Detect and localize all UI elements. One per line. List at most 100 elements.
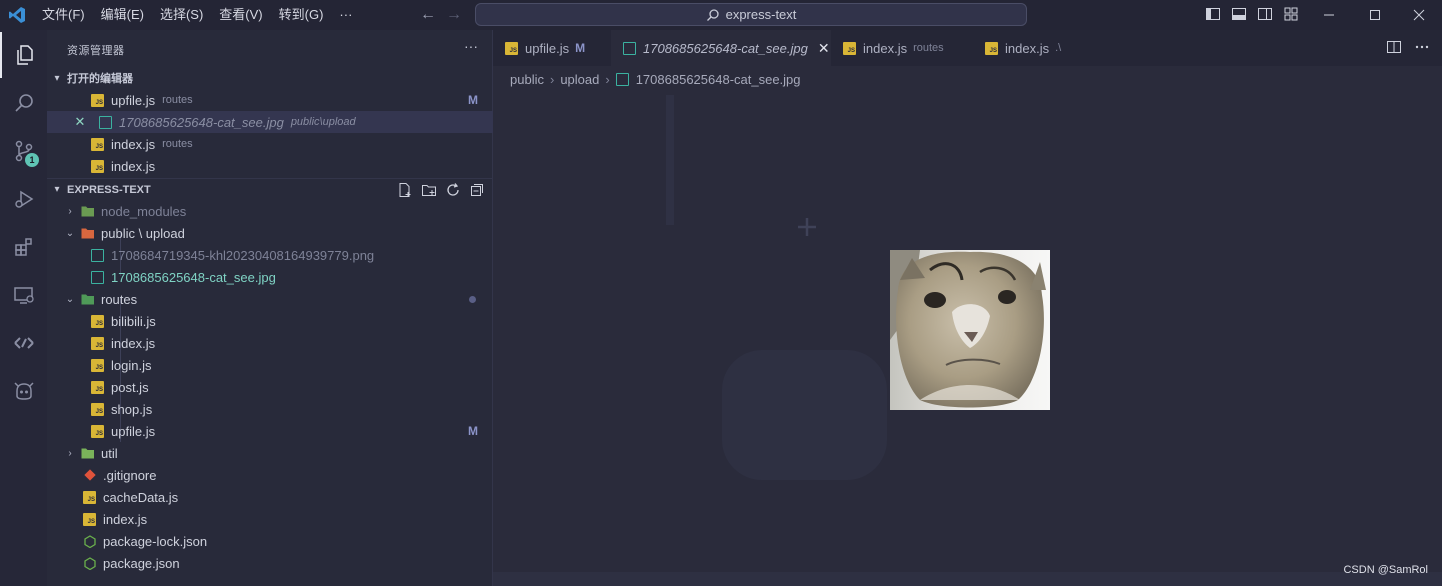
folder-name: util	[101, 445, 118, 461]
collapse-all-icon[interactable]	[469, 182, 485, 198]
source-control-icon[interactable]: 1	[0, 128, 47, 174]
editor-actions	[1386, 39, 1430, 55]
file-name: 1708684719345-khl20230408164939779.png	[111, 247, 375, 263]
folder-name: node_modules	[101, 203, 187, 219]
workspace-header[interactable]: ▾ EXPRESS-TEXT	[47, 178, 493, 200]
close-editor-icon[interactable]: ✕	[73, 114, 87, 130]
file-item[interactable]: JS cacheData.js	[47, 486, 493, 508]
js-file-icon: JS	[91, 159, 104, 173]
js-file-icon: JS	[91, 358, 104, 372]
explorer-icon[interactable]	[0, 32, 47, 78]
folder-util[interactable]: › util	[47, 442, 493, 464]
layout-controls	[1205, 6, 1299, 22]
file-item[interactable]: JS shop.js	[47, 398, 493, 420]
modified-badge: M	[575, 41, 586, 55]
open-editor-item[interactable]: JS index.js	[47, 155, 493, 177]
open-editor-desc: routes	[162, 94, 193, 106]
forward-arrow-icon[interactable]: →	[446, 6, 462, 24]
open-editor-item[interactable]: ✕ 1708685625648-cat_see.jpg public\uploa…	[47, 111, 493, 133]
minimize-icon[interactable]	[1306, 0, 1352, 30]
file-item[interactable]: .gitignore	[47, 464, 493, 486]
back-arrow-icon[interactable]: ←	[420, 6, 436, 24]
js-file-icon: JS	[91, 314, 104, 328]
file-item[interactable]: JS login.js	[47, 354, 493, 376]
folder-node-icon	[81, 205, 94, 218]
menu-edit[interactable]: 编辑(E)	[93, 0, 152, 30]
tab-upfile[interactable]: JS upfile.js M	[493, 30, 611, 66]
menu-more[interactable]: ···	[331, 0, 360, 30]
search-icon[interactable]	[0, 80, 47, 126]
sidebar-more-icon[interactable]: ···	[464, 38, 478, 54]
remote-explorer-icon[interactable]	[0, 272, 47, 318]
open-editor-item[interactable]: JS index.js routes	[47, 133, 493, 155]
toggle-panel-icon[interactable]	[1231, 6, 1247, 22]
modified-dot	[469, 295, 476, 303]
command-center[interactable]: express-text	[475, 3, 1027, 26]
folder-name: routes	[101, 291, 138, 307]
file-item[interactable]: JS upfile.js M	[47, 420, 493, 442]
menu-file[interactable]: 文件(F)	[34, 0, 93, 30]
js-file-icon: JS	[91, 380, 104, 394]
file-name: package-lock.json	[103, 533, 208, 549]
run-debug-icon[interactable]	[0, 176, 47, 222]
menu-go[interactable]: 转到(G)	[271, 0, 332, 30]
refresh-icon[interactable]	[445, 182, 461, 198]
file-item[interactable]: 1708684719345-khl20230408164939779.png	[47, 244, 493, 266]
menu-view[interactable]: 查看(V)	[211, 0, 270, 30]
maximize-icon[interactable]	[1352, 0, 1398, 30]
js-file-icon: JS	[83, 512, 96, 526]
open-editor-name: upfile.js	[111, 92, 156, 108]
tab-label: index.js	[863, 40, 908, 56]
file-name: package.json	[103, 555, 180, 571]
image-preview-cat	[890, 250, 1050, 410]
npm-json-icon	[83, 534, 96, 548]
tab-desc: routes	[913, 42, 944, 54]
chevron-right-icon: ›	[605, 71, 610, 87]
file-item[interactable]: package.json	[47, 552, 493, 574]
folder-public-upload[interactable]: ⌄ public \ upload	[47, 222, 493, 244]
tab-cat-image[interactable]: 1708685625648-cat_see.jpg ✕	[611, 30, 831, 66]
tab-label: 1708685625648-cat_see.jpg	[643, 40, 808, 56]
folder-routes[interactable]: ⌄ routes	[47, 288, 493, 310]
image-file-icon	[91, 248, 104, 262]
file-item[interactable]: JS bilibili.js	[47, 310, 493, 332]
more-actions-icon[interactable]	[1414, 39, 1430, 55]
file-item[interactable]: 1708685625648-cat_see.jpg	[47, 266, 493, 288]
file-item[interactable]: package-lock.json	[47, 530, 493, 552]
plus-icon	[798, 218, 816, 236]
tab-desc: .\	[1055, 42, 1062, 54]
split-editor-icon[interactable]	[1386, 39, 1402, 55]
new-file-icon[interactable]	[397, 182, 413, 198]
live-share-icon[interactable]	[0, 320, 47, 366]
close-tab-icon[interactable]: ✕	[818, 40, 830, 57]
menu-selection[interactable]: 选择(S)	[152, 0, 211, 30]
background-overlay	[666, 95, 674, 225]
toggle-secondary-sidebar-icon[interactable]	[1257, 6, 1273, 22]
file-item[interactable]: JS index.js	[47, 508, 493, 530]
tab-index-root[interactable]: JS index.js .\	[973, 30, 1063, 66]
toggle-primary-sidebar-icon[interactable]	[1205, 6, 1221, 22]
watermark: CSDN @SamRol	[1343, 564, 1428, 576]
new-folder-icon[interactable]	[421, 182, 437, 198]
open-editors-header[interactable]: ▾ 打开的编辑器	[47, 67, 493, 89]
chevron-down-icon: ⌄	[65, 227, 75, 239]
breadcrumb-item[interactable]: upload	[560, 72, 599, 87]
file-item[interactable]: JS index.js	[47, 332, 493, 354]
npm-json-icon	[83, 556, 96, 570]
folder-node-modules[interactable]: › node_modules	[47, 200, 493, 222]
file-item[interactable]: JS post.js	[47, 376, 493, 398]
open-editor-name: 1708685625648-cat_see.jpg	[119, 114, 284, 130]
extensions-icon[interactable]	[0, 224, 47, 270]
tab-index-routes[interactable]: JS index.js routes	[831, 30, 973, 66]
breadcrumb-item[interactable]: 1708685625648-cat_see.jpg	[636, 72, 801, 87]
chevron-down-icon: ▾	[54, 184, 60, 195]
js-file-icon: JS	[505, 41, 518, 55]
customize-layout-icon[interactable]	[1283, 6, 1299, 22]
breadcrumb-item[interactable]: public	[510, 72, 544, 87]
open-editor-item[interactable]: JS upfile.js routes M	[47, 89, 493, 111]
title-bar: 文件(F) 编辑(E) 选择(S) 查看(V) 转到(G) ··· ← → ex…	[0, 0, 1442, 30]
open-editor-name: index.js	[111, 158, 156, 174]
explorer-sidebar: 资源管理器 ··· ▾ 打开的编辑器 JS upfile.js routes M…	[47, 30, 493, 586]
close-window-icon[interactable]	[1396, 0, 1442, 30]
copilot-icon[interactable]	[0, 368, 47, 414]
